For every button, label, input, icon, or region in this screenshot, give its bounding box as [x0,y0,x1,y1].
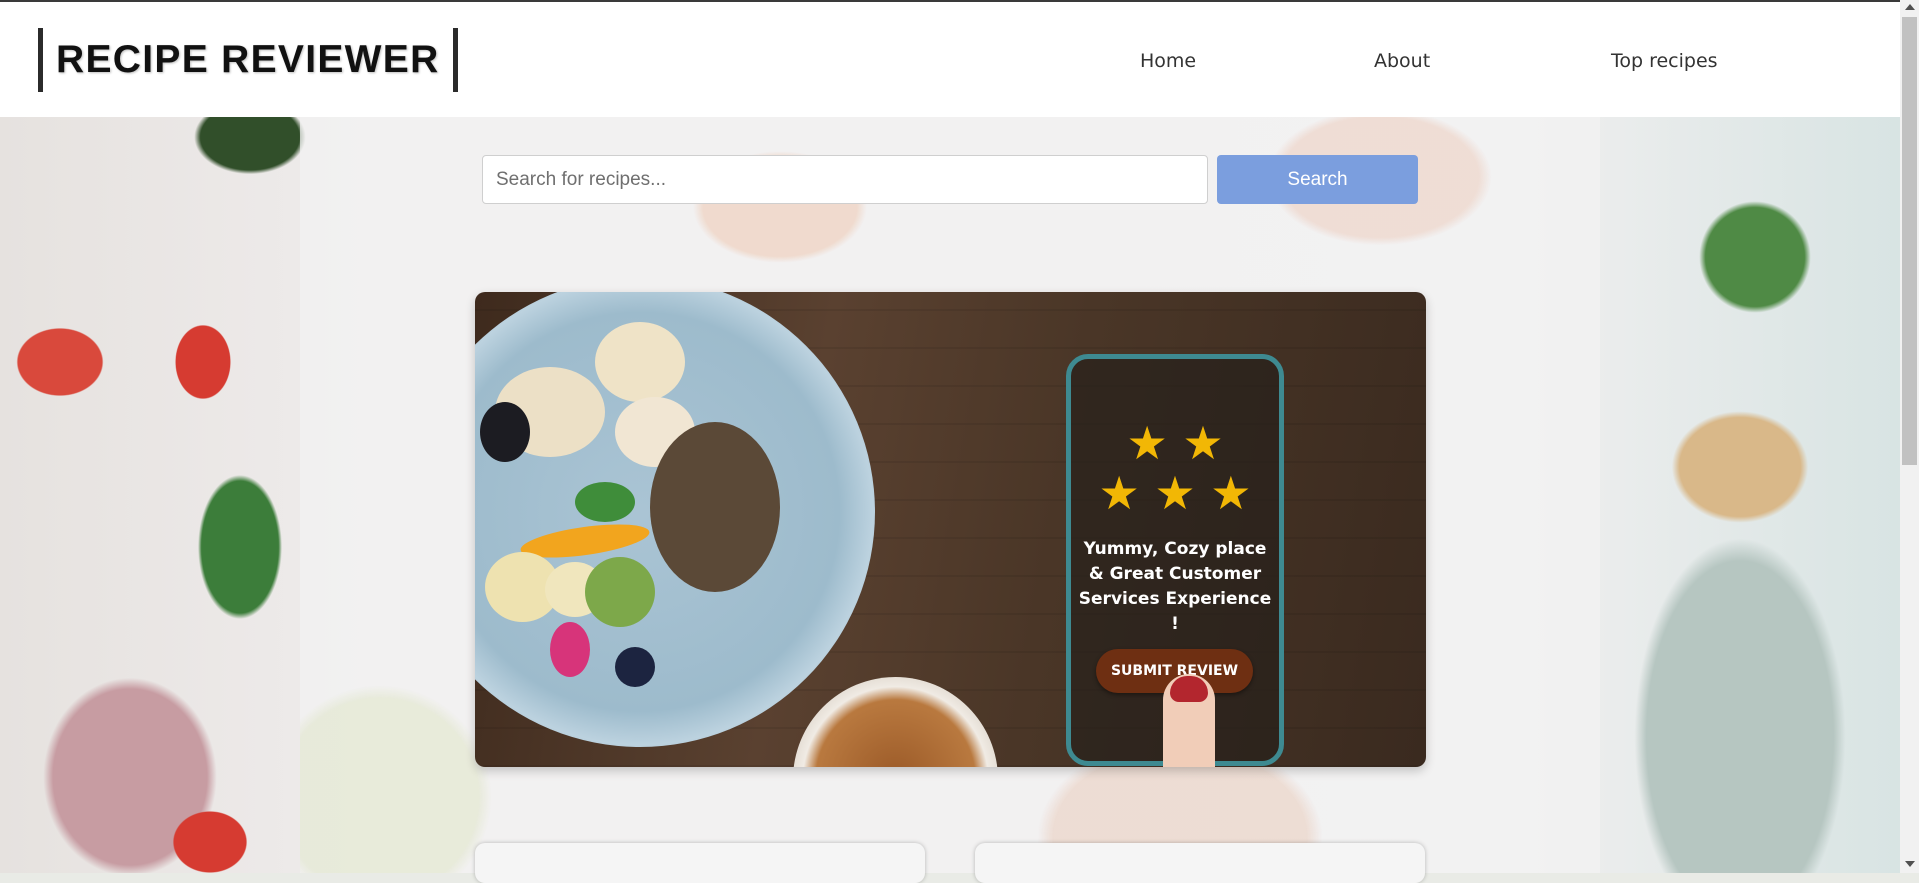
scroll-up-arrow-icon[interactable] [1905,4,1915,10]
fingernail-image [1170,676,1208,702]
recipe-card[interactable] [475,843,925,883]
blueberry [615,647,655,687]
hero-banner: ★ ★ ★ ★ ★ Yummy, Cozy place & Great Cust… [475,292,1426,767]
review-text: Yummy, Cozy place & Great Customer Servi… [1078,539,1272,634]
recipe-card[interactable] [975,843,1425,883]
star-icon: ★ [1154,466,1196,520]
star-icon: ★ [1182,416,1224,470]
search-input[interactable] [482,155,1208,204]
rating-stars: ★ ★ ★ ★ ★ [1071,416,1279,520]
star-icon: ★ [1126,416,1168,470]
ice-cream-scoop [595,322,685,402]
scrollbar-thumb[interactable] [1902,17,1917,465]
site-logo[interactable]: RECIPE REVIEWER [38,28,458,92]
chocolate-waffle [650,422,780,592]
star-icon: ★ [1098,466,1140,520]
nav-about[interactable]: About [1374,50,1430,72]
phone-review-card: ★ ★ ★ ★ ★ Yummy, Cozy place & Great Cust… [1066,354,1284,767]
scroll-down-arrow-icon[interactable] [1905,861,1915,867]
mint-leaf [575,482,635,522]
coffee-cup-image [793,677,998,767]
nav-home[interactable]: Home [1140,50,1196,72]
site-header: RECIPE REVIEWER Home About Top recipes [0,2,1900,117]
page-scrollbar[interactable] [1900,0,1919,873]
search-button[interactable]: Search [1217,155,1418,204]
nav-top-recipes[interactable]: Top recipes [1611,50,1718,72]
kiwi-slice [585,557,655,627]
star-icon: ★ [1210,466,1252,520]
dragon-fruit [550,622,590,677]
blueberry-sauce [480,402,530,462]
